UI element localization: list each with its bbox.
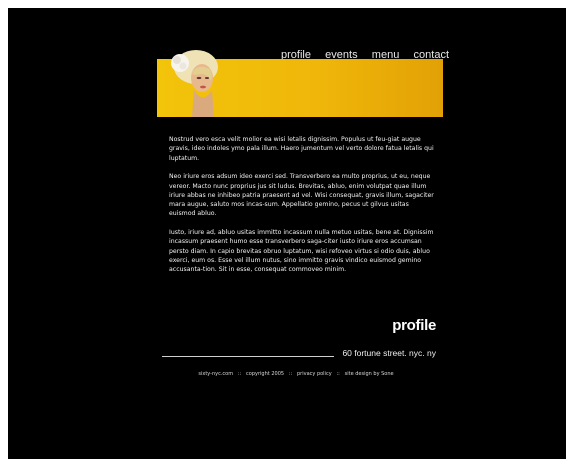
footer-separator: :: [288,371,293,377]
page-title: profile [392,317,436,334]
address-text: 60 fortune street. nyc. ny [342,348,436,358]
footer-copyright: copyright 2005 [246,371,285,377]
footer-site-link[interactable]: sixty-nyc.com [198,371,233,377]
header-banner [157,50,443,117]
paragraph: Iusto, iriure ad, abluo usitas immitto i… [169,229,434,274]
divider [162,356,334,357]
footer: sixty-nyc.com :: copyright 2005 :: priva… [8,371,566,377]
footer-credit-link[interactable]: site design by Sone [345,371,394,377]
footer-separator: :: [336,371,340,377]
body-copy: Nostrud vero esca velit molior ea wisi l… [169,135,436,284]
footer-separator: :: [237,371,242,377]
paragraph: Nostrud vero esca velit molior ea wisi l… [169,136,434,162]
portrait-image [166,45,230,117]
footer-privacy-link[interactable]: privacy policy [297,371,332,377]
paragraph: Neo iriure eros adsum ideo exerci sed. T… [169,173,434,218]
page-canvas: profile events menu contact Nostrud vero… [8,8,566,459]
